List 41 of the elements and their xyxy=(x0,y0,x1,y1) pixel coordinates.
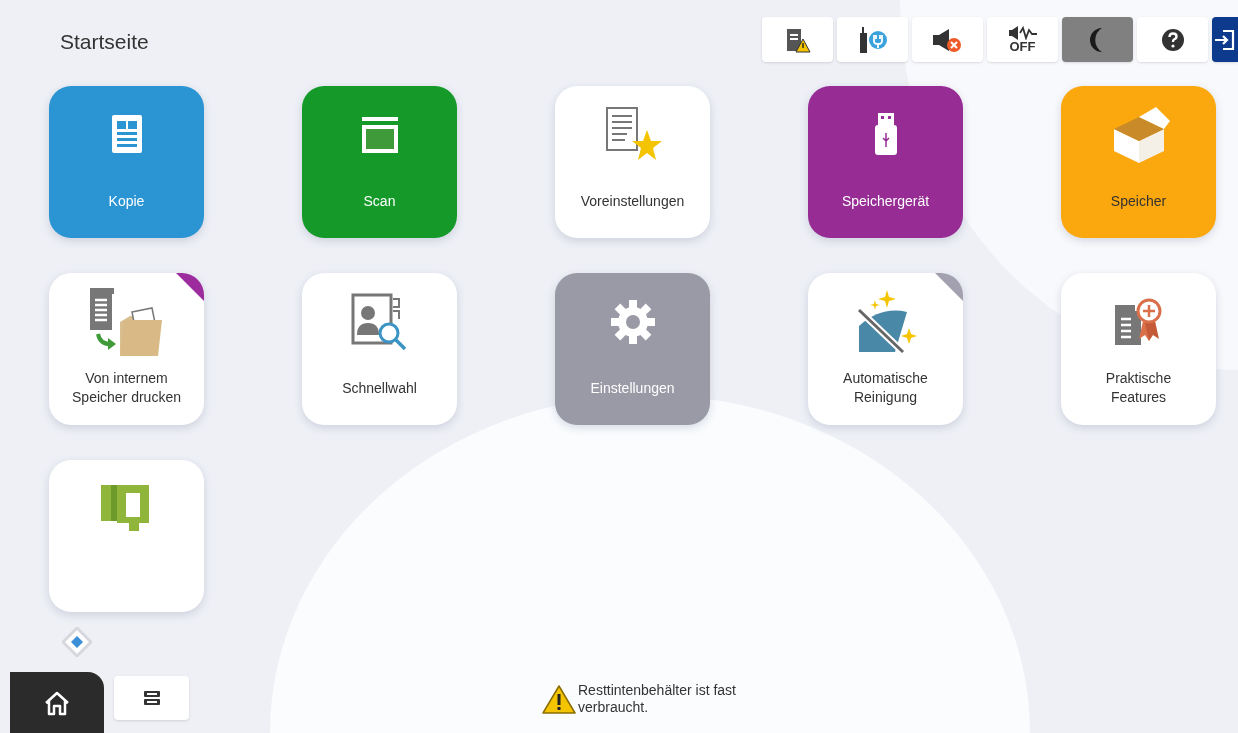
printer-warning-icon xyxy=(784,26,811,53)
login-icon xyxy=(1213,27,1237,52)
quiet-mode-icon xyxy=(1007,26,1038,40)
tile-label: Speichergerät xyxy=(841,191,930,211)
warning-icon xyxy=(542,684,576,714)
router-plug-icon xyxy=(857,26,888,53)
home-button[interactable] xyxy=(10,672,104,733)
job-list-icon xyxy=(143,691,160,705)
tile-label: Praktische Features xyxy=(1104,369,1173,407)
menu-button[interactable] xyxy=(114,676,189,720)
status-button[interactable]: OFF xyxy=(987,17,1058,62)
status-button[interactable] xyxy=(762,17,833,62)
quiet-mode-label: OFF xyxy=(1009,40,1036,53)
page-title: Startseite xyxy=(60,29,149,55)
tile-label: Einstellungen xyxy=(590,378,675,398)
app-tile[interactable]: Automatische Reinigung xyxy=(808,273,963,425)
help-icon xyxy=(1160,27,1185,52)
app-tile[interactable]: Voreinstellungen xyxy=(555,86,710,238)
diamond-icon xyxy=(62,627,92,657)
gear-icon xyxy=(608,298,657,346)
speaker-muted-icon xyxy=(931,26,964,53)
tile-label: Schnellwahl xyxy=(342,378,417,398)
tile-label: Speicher xyxy=(1110,191,1167,211)
tile-label: Scan xyxy=(363,191,396,211)
tile-label: Kopie xyxy=(108,191,145,211)
app-tile[interactable]: Speicher xyxy=(1061,86,1216,238)
app-tile[interactable]: Praktische Features xyxy=(1061,273,1216,425)
tile-label: Von internem Speicher drucken xyxy=(71,369,182,407)
status-button[interactable] xyxy=(837,17,908,62)
app-tile[interactable]: Von internem Speicher drucken xyxy=(49,273,204,425)
tile-label: Automatische Reinigung xyxy=(842,369,929,407)
app-tile[interactable] xyxy=(49,460,204,612)
app-tile[interactable]: Scan xyxy=(302,86,457,238)
status-button[interactable] xyxy=(912,17,983,62)
app-tile[interactable]: Speichergerät xyxy=(808,86,963,238)
app-tile[interactable]: Schnellwahl xyxy=(302,273,457,425)
help-button[interactable] xyxy=(1137,17,1208,62)
tile-label: Voreinstellungen xyxy=(580,191,685,211)
login-button[interactable] xyxy=(1212,17,1238,62)
usb-stick-icon xyxy=(873,113,898,157)
status-message: Resttintenbehälter ist fast verbraucht. xyxy=(578,682,737,716)
